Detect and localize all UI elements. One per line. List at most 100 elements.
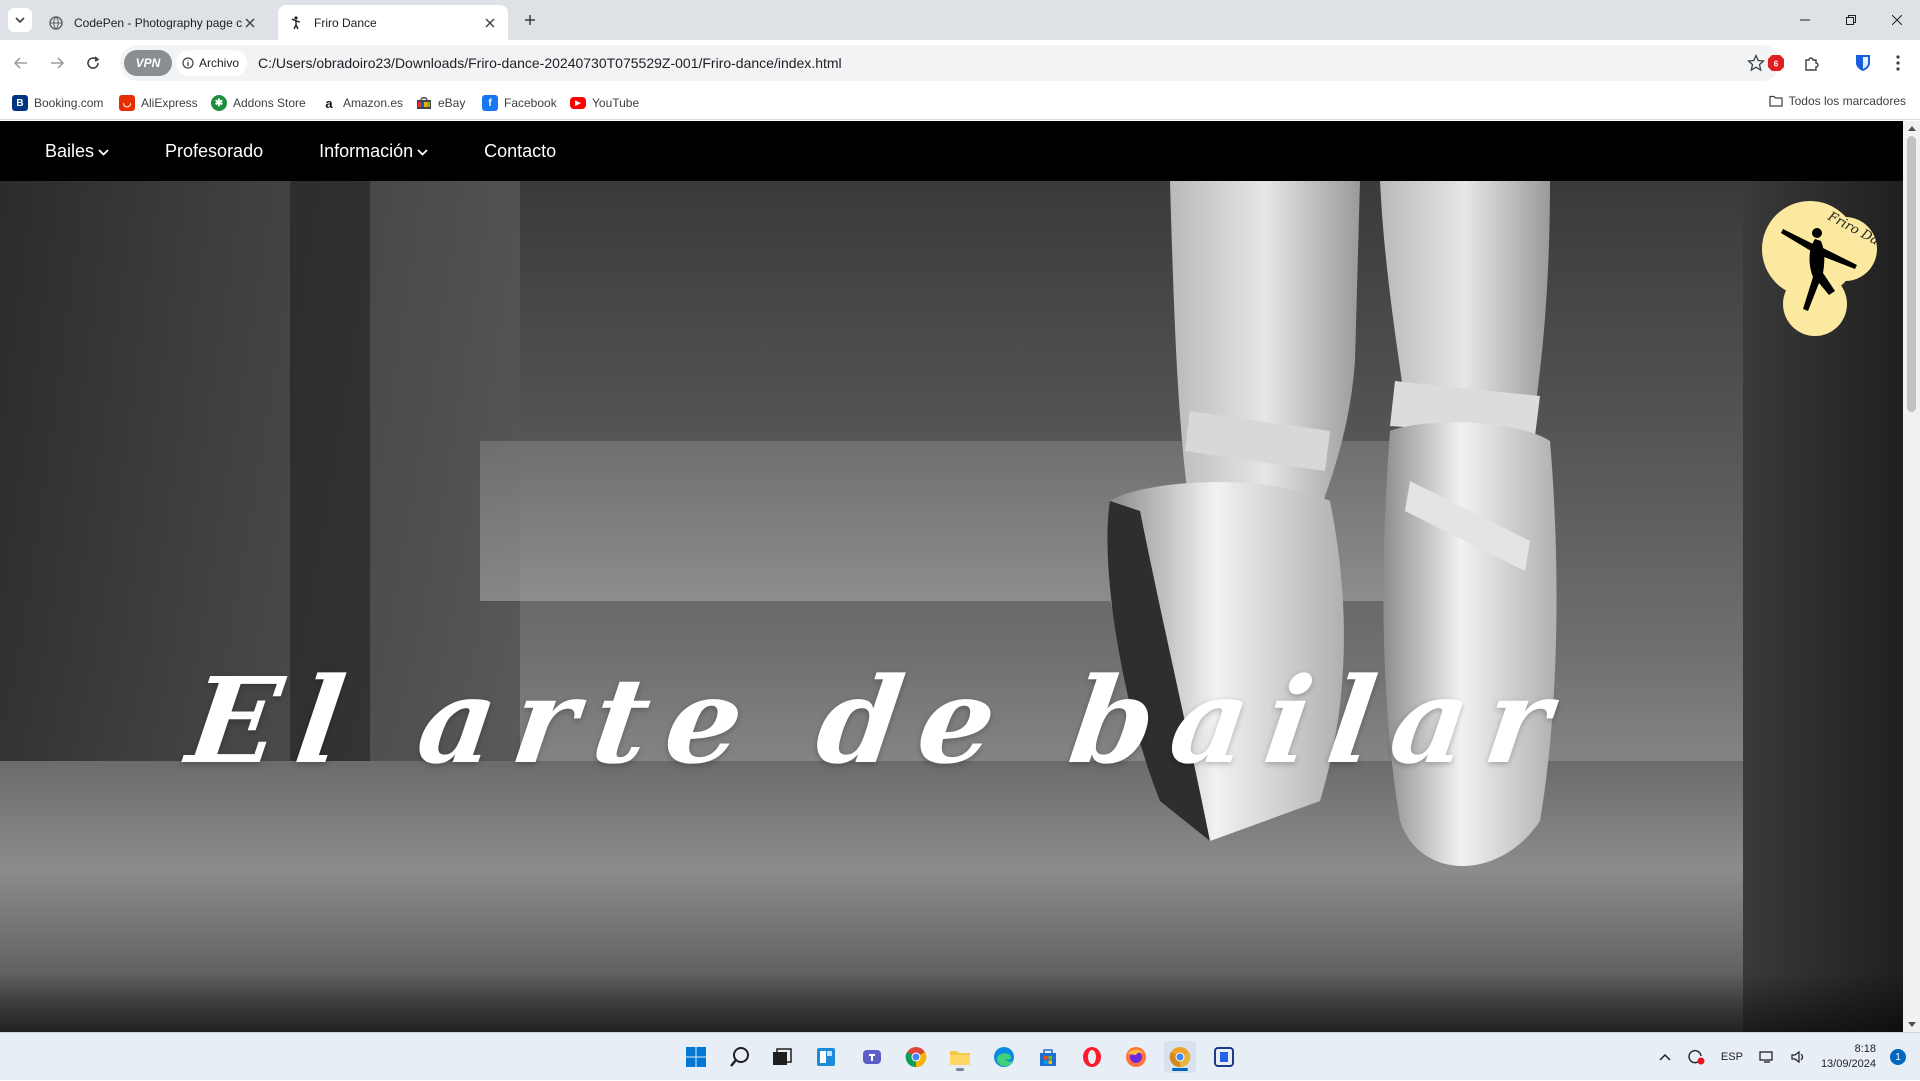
codepen-icon bbox=[48, 15, 64, 31]
close-window-button[interactable] bbox=[1874, 0, 1920, 40]
back-button[interactable] bbox=[9, 51, 33, 75]
sync-status-icon[interactable] bbox=[1687, 1049, 1705, 1065]
store-icon[interactable] bbox=[1032, 1041, 1064, 1073]
extensions-button[interactable] bbox=[1800, 51, 1824, 75]
language-indicator[interactable]: ESP bbox=[1721, 1051, 1743, 1063]
ebay-icon bbox=[416, 95, 432, 111]
notification-badge[interactable]: 1 bbox=[1890, 1049, 1906, 1065]
bookmark-booking[interactable]: B Booking.com bbox=[12, 94, 103, 112]
restore-button[interactable] bbox=[1828, 0, 1874, 40]
bookmark-label: eBay bbox=[438, 96, 466, 110]
all-bookmarks-button[interactable]: Todos los marcadores bbox=[1769, 94, 1906, 108]
volume-icon[interactable] bbox=[1791, 1050, 1805, 1064]
tab-title: Friro Dance bbox=[314, 15, 377, 30]
bookmark-facebook[interactable]: f Facebook bbox=[482, 94, 557, 112]
new-tab-button[interactable] bbox=[520, 10, 540, 30]
vpn-label: VPN bbox=[135, 56, 161, 70]
scheme-label: Archivo bbox=[199, 56, 240, 70]
hero-banner: El arte de bailar Friro Dance bbox=[0, 181, 1903, 1032]
chevron-down-icon bbox=[417, 149, 428, 156]
adblock-extension-button[interactable]: 6 bbox=[1764, 51, 1788, 75]
bookmark-label: Addons Store bbox=[233, 96, 306, 110]
reload-icon bbox=[87, 56, 100, 69]
active-indicator bbox=[1172, 1068, 1188, 1071]
task-view-icon[interactable] bbox=[766, 1041, 798, 1073]
all-bookmarks-label: Todos los marcadores bbox=[1788, 94, 1906, 108]
windows-start-icon[interactable] bbox=[680, 1041, 712, 1073]
teams-icon[interactable] bbox=[856, 1041, 888, 1073]
tab-friro-dance[interactable]: Friro Dance bbox=[278, 5, 508, 40]
clock[interactable]: 8:18 13/09/2024 bbox=[1821, 1042, 1876, 1072]
widgets-icon[interactable] bbox=[810, 1041, 842, 1073]
reload-button[interactable] bbox=[81, 51, 105, 75]
bookmark-label: Booking.com bbox=[34, 96, 104, 110]
addons-icon: ✱ bbox=[211, 95, 227, 111]
system-tray: ESP 8:18 13/09/2024 1 bbox=[1659, 1033, 1920, 1081]
nav-label: Profesorado bbox=[165, 140, 264, 161]
forward-button[interactable] bbox=[45, 51, 69, 75]
friro-dance-logo[interactable]: Friro Dance bbox=[1745, 199, 1880, 339]
nav-bailes[interactable]: Bailes bbox=[45, 141, 109, 162]
aliexpress-icon: ◡ bbox=[119, 95, 135, 111]
chrome-icon[interactable] bbox=[900, 1041, 932, 1073]
page-scrollbar[interactable] bbox=[1903, 121, 1920, 1032]
booking-icon: B bbox=[12, 95, 28, 111]
minimize-button[interactable] bbox=[1782, 0, 1828, 40]
bookmark-ebay[interactable]: eBay bbox=[416, 94, 465, 112]
info-icon bbox=[182, 57, 194, 69]
chevron-down-icon bbox=[98, 149, 109, 156]
file-explorer-icon[interactable] bbox=[944, 1041, 976, 1073]
window-controls bbox=[1782, 0, 1920, 40]
arrow-left-icon bbox=[13, 57, 27, 69]
browser-menu-button[interactable] bbox=[1886, 51, 1910, 75]
more-vert-icon bbox=[1896, 55, 1900, 71]
browser-window: CodePen - Photography page c Friro Dance bbox=[0, 0, 1920, 1032]
nav-informacion[interactable]: Información bbox=[319, 141, 428, 162]
bookmark-amazon[interactable]: a Amazon.es bbox=[321, 94, 403, 112]
bookmark-addons-store[interactable]: ✱ Addons Store bbox=[211, 94, 306, 112]
tab-strip: CodePen - Photography page c Friro Dance bbox=[0, 0, 1920, 40]
tab-codepen[interactable]: CodePen - Photography page c bbox=[38, 5, 268, 40]
firefox-icon[interactable] bbox=[1120, 1041, 1152, 1073]
arrow-right-icon bbox=[51, 57, 65, 69]
close-tab-icon[interactable] bbox=[482, 15, 498, 31]
scrollbar-thumb[interactable] bbox=[1907, 136, 1916, 412]
search-icon[interactable] bbox=[724, 1041, 756, 1073]
scroll-down-icon[interactable] bbox=[1907, 1020, 1916, 1029]
vpn-badge[interactable]: VPN bbox=[124, 50, 172, 76]
amazon-icon: a bbox=[325, 95, 333, 111]
bookmark-label: Amazon.es bbox=[343, 96, 404, 110]
nav-label: Información bbox=[319, 140, 414, 161]
nav-contacto[interactable]: Contacto bbox=[484, 141, 556, 162]
hero-title: El arte de bailar bbox=[180, 651, 1577, 790]
scroll-up-icon[interactable] bbox=[1907, 124, 1916, 133]
nav-profesorado[interactable]: Profesorado bbox=[165, 141, 263, 162]
opera-icon[interactable] bbox=[1076, 1041, 1108, 1073]
capture-icon[interactable] bbox=[1208, 1041, 1240, 1073]
bookmark-aliexpress[interactable]: ◡ AliExpress bbox=[119, 94, 198, 112]
site-info-chip[interactable]: Archivo bbox=[176, 50, 248, 76]
hero-bottom-shadow bbox=[0, 972, 1903, 1032]
restore-icon bbox=[1846, 15, 1856, 25]
bookmark-label: Facebook bbox=[504, 96, 557, 110]
close-tab-icon[interactable] bbox=[242, 15, 258, 31]
dancer-icon bbox=[288, 15, 304, 31]
bookmark-star-button[interactable] bbox=[1746, 53, 1766, 73]
chrome-canary-icon[interactable] bbox=[1164, 1041, 1196, 1073]
running-indicator bbox=[956, 1068, 964, 1071]
nav-label: Bailes bbox=[45, 140, 95, 161]
edge-icon[interactable] bbox=[988, 1041, 1020, 1073]
minimize-icon bbox=[1800, 19, 1810, 21]
address-bar[interactable]: VPN Archivo C:/Users/obradoiro23/Downloa… bbox=[120, 45, 1780, 81]
folder-icon bbox=[1769, 95, 1783, 107]
bookmark-youtube[interactable]: ▶ YouTube bbox=[570, 94, 639, 112]
network-icon[interactable] bbox=[1759, 1050, 1775, 1064]
show-hidden-icons-button[interactable] bbox=[1659, 1053, 1671, 1061]
clock-time: 8:18 bbox=[1854, 1043, 1876, 1055]
bitwarden-extension-button[interactable] bbox=[1851, 51, 1875, 75]
chevron-down-icon bbox=[15, 17, 25, 23]
tab-search-button[interactable] bbox=[8, 8, 32, 32]
svg-text:6: 6 bbox=[1774, 60, 1779, 69]
ballet-pointe-shoes-image bbox=[1107, 181, 1557, 866]
url-text[interactable]: C:/Users/obradoiro23/Downloads/Friro-dan… bbox=[258, 55, 842, 71]
